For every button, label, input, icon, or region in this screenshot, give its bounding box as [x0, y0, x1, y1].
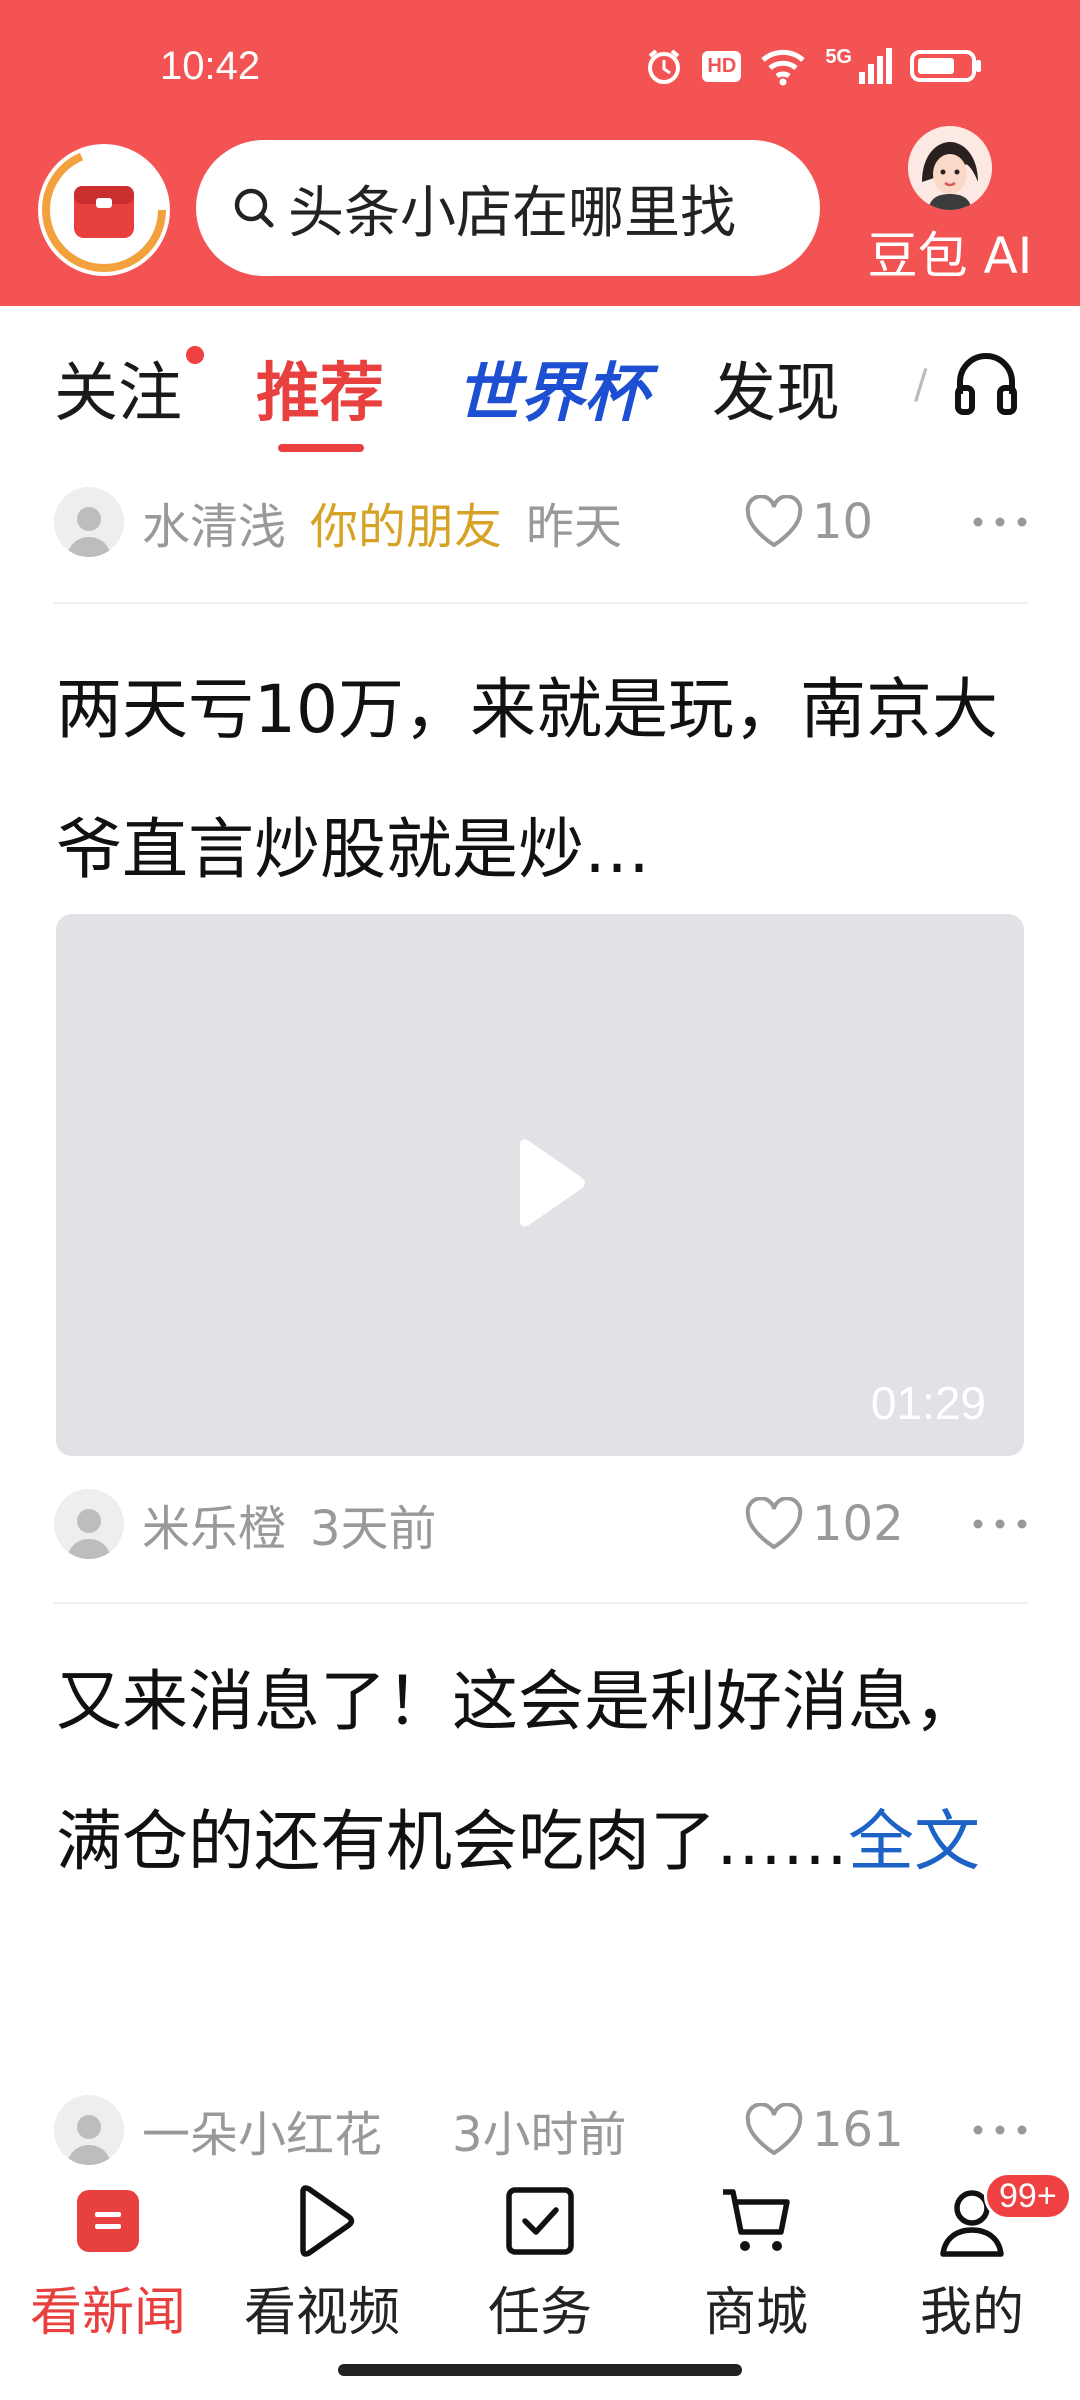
like-button[interactable]: 10: [744, 484, 873, 560]
avatar[interactable]: [54, 2095, 124, 2165]
divider: [54, 602, 1028, 604]
like-count: 102: [812, 1496, 904, 1552]
nav-news[interactable]: 看新闻: [8, 2176, 208, 2356]
avatar[interactable]: [54, 1489, 124, 1559]
default-avatar-icon: [67, 1509, 111, 1559]
status-icons: HD 5G: [644, 44, 984, 88]
like-count: 10: [812, 494, 874, 550]
like-count: 161: [812, 2102, 904, 2158]
avatar[interactable]: [54, 487, 124, 557]
app-logo[interactable]: [38, 144, 170, 276]
battery-icon: [910, 50, 981, 82]
channel-tabs: 关注 推荐 世界杯 发现 /: [0, 306, 1080, 456]
full-text-link[interactable]: 全文: [848, 1803, 980, 1880]
heart-icon: [745, 2103, 803, 2156]
nav-label: 商城: [703, 2283, 808, 2343]
doubao-ai-button[interactable]: 豆包 AI: [850, 120, 1050, 290]
nav-label: 任务: [487, 2283, 592, 2343]
default-avatar-icon: [67, 507, 111, 557]
video-thumbnail[interactable]: 01:29: [56, 914, 1024, 1456]
post-meta-row: 一朵小红花 3小时前 161: [54, 2092, 1028, 2168]
more-dots-icon: [973, 1519, 1027, 1529]
like-button[interactable]: 161: [744, 2092, 904, 2168]
post-time: 昨天: [526, 499, 623, 555]
tab-more-peek[interactable]: /: [914, 362, 927, 408]
divider: [54, 1602, 1028, 1604]
post-meta-row: 水清浅 你的朋友 昨天 10: [54, 484, 1028, 560]
author-name[interactable]: 米乐橙: [142, 1489, 286, 1559]
active-tab-indicator: [278, 444, 364, 452]
status-bar: 10:42 HD 5G: [0, 0, 1080, 130]
post-meta-row: 米乐橙 3天前 102: [54, 1486, 1028, 1562]
video-duration: 01:29: [870, 1377, 986, 1429]
tab-discover[interactable]: 发现: [712, 342, 840, 434]
unread-dot: [186, 346, 204, 364]
nav-profile[interactable]: 我的 99+: [872, 2172, 1072, 2356]
headphone-icon[interactable]: [950, 346, 1022, 418]
post-title[interactable]: 两天亏10万，来就是玩，南京大爷直言炒股就是炒…: [56, 640, 1026, 920]
friend-tag: 你的朋友: [310, 499, 503, 555]
play-icon: [520, 1139, 585, 1227]
status-time: 10:42: [160, 44, 261, 88]
default-avatar-icon: [67, 2115, 111, 2165]
search-icon: [234, 188, 274, 228]
heart-icon: [745, 1497, 803, 1550]
cart-icon: [723, 2189, 790, 2251]
tab-recommend[interactable]: 推荐: [256, 342, 384, 434]
nav-label: 看视频: [243, 2283, 400, 2343]
news-feed[interactable]: 水清浅 你的朋友 昨天 10 两天亏10万，来就是玩，南京大爷直言炒股就是炒… …: [0, 456, 1080, 2170]
signal-icon: [859, 48, 892, 84]
ai-label: 豆包 AI: [867, 227, 1033, 285]
nav-label: 我的: [919, 2283, 1024, 2343]
alarm-icon: [648, 49, 681, 84]
ai-avatar-icon: [908, 126, 992, 210]
search-bar[interactable]: 头条小店在哪里找: [196, 140, 820, 276]
like-button[interactable]: 102: [744, 1486, 904, 1562]
post-title-text: 又来消息了！这会是利好消息，满仓的还有机会吃肉了……: [56, 1663, 980, 1880]
tab-follow-label: 关注: [54, 357, 182, 431]
more-dots-icon: [973, 517, 1027, 527]
nav-task[interactable]: 任务: [440, 2176, 640, 2356]
play-icon: [300, 2185, 355, 2257]
app-logo-icon: [42, 148, 166, 272]
author-name[interactable]: 水清浅: [142, 487, 286, 557]
search-placeholder: 头条小店在哪里找: [288, 180, 736, 246]
author-name[interactable]: 一朵小红花: [142, 2095, 382, 2165]
post-title[interactable]: 又来消息了！这会是利好消息，满仓的还有机会吃肉了……全文: [56, 1632, 1026, 1912]
more-dots-icon: [973, 2125, 1027, 2135]
post-time: 3小时前: [452, 2107, 627, 2163]
tab-world-cup[interactable]: 世界杯: [456, 342, 648, 434]
home-indicator[interactable]: [338, 2364, 742, 2376]
notification-badge: 99+: [984, 2172, 1072, 2220]
more-options-button[interactable]: [972, 1486, 1028, 1562]
task-icon: [506, 2187, 574, 2255]
app-header: 10:42 HD 5G 头条小店在哪里找 豆包 AI: [0, 0, 1080, 306]
hd-badge: HD: [702, 50, 742, 82]
network-type: 5G: [825, 45, 852, 68]
heart-icon: [745, 495, 803, 548]
more-options-button[interactable]: [972, 484, 1028, 560]
wifi-icon: [761, 49, 805, 86]
news-icon: [77, 2190, 139, 2252]
post-time: 3天前: [310, 1501, 437, 1557]
nav-mall[interactable]: 商城: [656, 2176, 856, 2356]
tab-follow[interactable]: 关注: [54, 342, 204, 434]
more-options-button[interactable]: [972, 2092, 1028, 2168]
nav-video[interactable]: 看视频: [222, 2176, 422, 2356]
nav-label: 看新闻: [29, 2283, 186, 2343]
ai-avatar: [908, 126, 992, 210]
